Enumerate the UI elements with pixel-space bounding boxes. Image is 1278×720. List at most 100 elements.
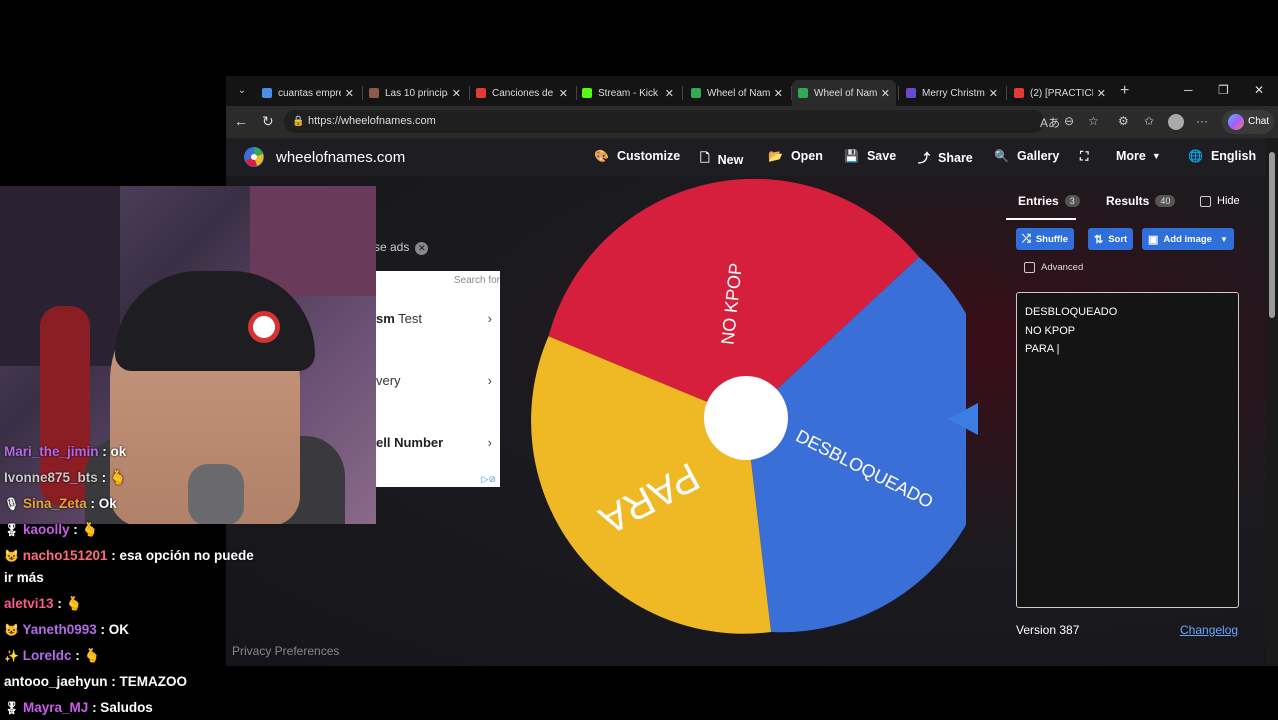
fullscreen-button[interactable]: ⛶ [1080,149,1096,164]
extensions-icon[interactable]: ⚙ [1118,114,1129,128]
chat-username[interactable]: Mari_the_jimin [4,444,99,459]
add-image-button[interactable]: ▣ Add image ▼ [1142,228,1234,250]
adchoices-icon[interactable]: ▷⊘ [482,474,496,485]
chat-username[interactable]: Yaneth0993 [22,622,96,637]
close-ads-icon: ✕ [415,242,429,255]
ad-row-text: very [376,373,401,388]
favorites-icon[interactable]: ✩ [1144,114,1154,128]
ad-row[interactable]: ell Number › [376,435,492,450]
chat-text: : OK [100,622,130,637]
customize-button[interactable]: 🎨 Customize [594,149,680,163]
share-label: Share [938,150,973,165]
chat-text: : Ok [90,496,117,511]
chat-username[interactable]: nacho151201 [23,548,108,563]
tab-close-icon[interactable]: ✕ [559,87,568,100]
tab-close-icon[interactable]: ✕ [774,87,783,100]
wheel[interactable]: NO KPOP DESBLOQUEADO PARA [526,176,966,636]
chat-button-label: Chat [1248,116,1270,127]
copilot-chat-button[interactable]: Chat [1222,110,1274,134]
browser-tab[interactable]: Wheel of Nam ✕ [792,80,896,106]
ad-row[interactable]: sm Test › [376,311,492,326]
tab-close-icon[interactable]: ✕ [881,87,890,100]
copilot-icon [1228,114,1244,130]
favorite-star-icon[interactable]: ☆ [1088,114,1099,128]
advanced-checkbox[interactable]: Advanced [1024,262,1083,273]
tab-results[interactable]: Results 40 [1106,194,1176,208]
url-text: https://wheelofnames.com [308,115,436,127]
reload-icon[interactable]: ↻ [262,113,274,130]
close-ads-link[interactable]: se ads ✕ [374,240,429,255]
customize-label: Customize [616,149,681,163]
entries-textarea[interactable]: DESBLOQUEADO NO KPOP PARA | [1016,292,1239,608]
share-icon: ⤴ [918,151,931,165]
tab-close-icon[interactable]: ✕ [345,87,354,100]
chat-username[interactable]: aletvi13 [4,596,54,611]
tab-close-icon[interactable]: ✕ [452,87,461,100]
chat-message: Mari_the_jimin : ok [4,444,126,459]
more-button[interactable]: More ▼ [1116,149,1161,163]
tab-favicon-icon [798,88,808,98]
browser-tab[interactable]: Las 10 principal ✕ [363,80,467,106]
tab-close-icon[interactable]: ✕ [989,87,998,100]
sort-button[interactable]: ⇅ Sort [1088,228,1134,250]
chat-text: : 🫰 [73,522,99,537]
chat-username[interactable]: Sina_Zeta [23,496,87,511]
browser-tab[interactable]: cuantas empre ✕ [256,80,360,106]
results-tab-label: Results [1106,194,1150,208]
search-icon: 🔍 [994,149,1009,163]
wheel-center-button[interactable] [704,376,788,460]
changelog-link[interactable]: Changelog [1180,623,1238,637]
site-logo-text[interactable]: wheelofnames.com [276,149,405,166]
share-button[interactable]: ⤴ Share [918,149,973,166]
more-menu-icon[interactable]: ··· [1196,114,1208,128]
folder-icon: 📂 [768,149,783,163]
chat-username[interactable]: Mayra_MJ [23,700,88,715]
ad-row-text: Test [394,311,423,326]
wheel-logo-icon [244,147,264,167]
tab-label: (2) [PRACTICE [1030,87,1093,99]
fullscreen-icon: ⛶ [1080,149,1089,163]
scrollbar-thumb[interactable] [1269,152,1275,318]
profile-avatar[interactable] [1168,114,1184,130]
chat-message: aletvi13 : 🫰 [4,596,82,612]
save-button[interactable]: 💾 Save [844,149,896,163]
browser-tab[interactable]: Canciones de d ✕ [470,80,574,106]
close-window-icon[interactable]: ✕ [1254,83,1264,97]
chat-username[interactable]: Loreldc [23,648,72,663]
chat-text: : Saludos [92,700,153,715]
chat-username[interactable]: antooo_jaehyun [4,674,108,689]
tab-close-icon[interactable]: ✕ [1097,87,1106,100]
ad-row[interactable]: very › [376,373,492,388]
browser-window: ⌄ cuantas empre✕Las 10 principal✕Cancion… [226,76,1278,666]
gallery-button[interactable]: 🔍 Gallery [994,149,1059,163]
chat-username[interactable]: kaoolly [23,522,70,537]
chat-username[interactable]: Ivonne875_bts [4,470,98,485]
ad-box[interactable]: Search for sm Test › very › ell Number › ▷⊘ [376,271,500,487]
tab-entries[interactable]: Entries 3 [1018,194,1080,208]
restore-icon[interactable]: ❐ [1218,83,1229,97]
back-icon[interactable]: ← [234,113,248,129]
url-field[interactable]: 🔒 https://wheelofnames.com [284,110,1044,133]
tab-separator [1006,86,1007,100]
block-icon[interactable]: ⊖ [1064,114,1074,128]
shuffle-button[interactable]: ⤮ Shuffle [1016,228,1075,250]
new-button[interactable]: 🗋 New [700,149,743,170]
new-tab-icon[interactable]: + [1120,82,1129,100]
read-aloud-icon[interactable]: Aあ [1040,114,1060,131]
tab-close-icon[interactable]: ✕ [665,87,674,100]
hide-checkbox[interactable]: Hide [1200,195,1240,207]
chat-message: 🎖 kaoolly : 🫰 [4,522,98,538]
tab-list-chevron-icon[interactable]: ⌄ [232,81,252,101]
page-scrollbar[interactable] [1266,138,1278,666]
browser-tab[interactable]: Stream - Kick D ✕ [576,80,680,106]
open-button[interactable]: 📂 Open [768,149,823,163]
browser-tab[interactable]: (2) [PRACTICE ✕ [1008,80,1112,106]
tab-favicon-icon [582,88,592,98]
save-icon: 💾 [844,149,859,163]
minimize-icon[interactable]: ─ [1184,83,1193,97]
chat-message: Ivonne875_bts : 🫰 [4,470,127,486]
browser-tab[interactable]: Merry Christma ✕ [900,80,1004,106]
gallery-label: Gallery [1016,149,1060,163]
language-button[interactable]: 🌐 English [1188,149,1256,163]
browser-tab[interactable]: Wheel of Nam ✕ [685,80,789,106]
